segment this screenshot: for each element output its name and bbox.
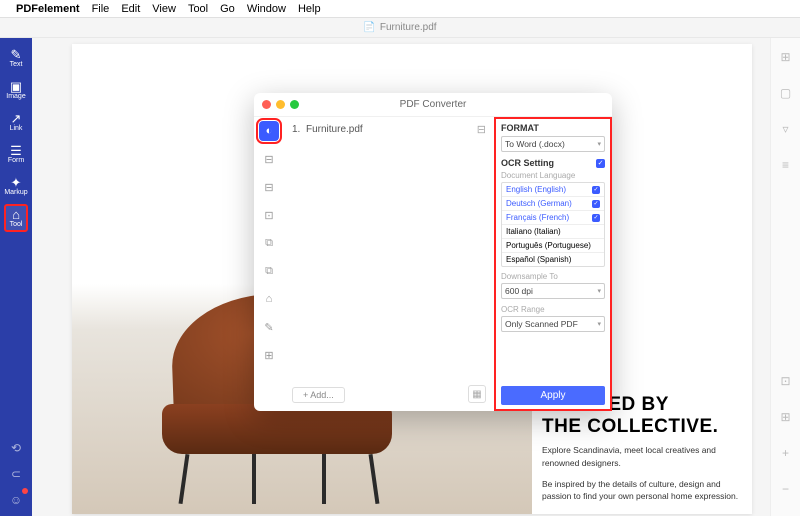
- doclang-label: Document Language: [501, 171, 605, 180]
- ocr-label: OCR Setting: [501, 158, 554, 168]
- nav-edit-icon[interactable]: ✎: [259, 317, 279, 337]
- converter-nav: ◐ ⊟ ⊟ ⊡ ⧉ ⧉ ⌂ ✎ ⊞: [254, 117, 284, 411]
- chevron-down-icon: ▾: [597, 140, 601, 148]
- format-select[interactable]: To Word (.docx) ▾: [501, 136, 605, 152]
- zoom-fit-icon[interactable]: ⊡: [777, 372, 795, 390]
- grid-view-icon[interactable]: ▦: [468, 385, 486, 403]
- nav-lock-icon[interactable]: ⌂: [259, 289, 279, 309]
- pdf-doc-icon: 📄: [363, 22, 375, 33]
- file-name: Furniture.pdf: [306, 124, 363, 135]
- macos-menubar: PDFelement File Edit View Tool Go Window…: [0, 0, 800, 18]
- menu-tool[interactable]: Tool: [188, 3, 208, 15]
- left-sidebar: ✎Text ▣Image ↗Link ☰Form ✦Markup ⌂Tool ⟲…: [0, 38, 32, 516]
- menu-go[interactable]: Go: [220, 3, 235, 15]
- check-icon: ✓: [592, 200, 600, 208]
- zoom-out-icon[interactable]: −: [777, 480, 795, 498]
- nav-sync-icon[interactable]: ⊂: [6, 464, 26, 484]
- menu-file[interactable]: File: [92, 3, 110, 15]
- file-remove-icon[interactable]: ⊟: [477, 123, 486, 136]
- add-file-button[interactable]: + Add...: [292, 387, 345, 403]
- tool-markup[interactable]: ✦Markup: [4, 172, 28, 200]
- tool-image[interactable]: ▣Image: [4, 76, 28, 104]
- page-panel-icon[interactable]: ▢: [777, 84, 795, 102]
- ocr-range-label: OCR Range: [501, 305, 605, 314]
- nav-back-icon[interactable]: ⟲: [6, 438, 26, 458]
- tool-tool[interactable]: ⌂Tool: [4, 204, 28, 232]
- workspace: ✎Text ▣Image ↗Link ☰Form ✦Markup ⌂Tool ⟲…: [0, 38, 800, 516]
- nav-sheet-icon[interactable]: ⊡: [259, 205, 279, 225]
- ocr-toggle[interactable]: ✓: [596, 159, 605, 168]
- converter-settings-panel: FORMAT To Word (.docx) ▾ OCR Setting ✓ D…: [494, 117, 612, 411]
- page-bodytext: Explore Scandinavia, meet local creative…: [542, 444, 742, 511]
- right-sidebar: ⊞ ▢ ▿ ≡ ⊡ ⊞ + −: [770, 38, 800, 516]
- language-list: English (English)✓ Deutsch (German)✓ Fra…: [501, 182, 605, 267]
- text-icon: ✎: [11, 48, 22, 61]
- markup-icon: ✦: [11, 176, 22, 189]
- link-icon: ↗: [11, 112, 22, 125]
- list-panel-icon[interactable]: ≡: [777, 156, 795, 174]
- menu-view[interactable]: View: [152, 3, 176, 15]
- lang-german[interactable]: Deutsch (German)✓: [502, 197, 604, 211]
- check-icon: ✓: [592, 186, 600, 194]
- nav-doc-icon[interactable]: ⊟: [259, 149, 279, 169]
- zoom-in-icon[interactable]: +: [777, 444, 795, 462]
- menu-window[interactable]: Window: [247, 3, 286, 15]
- tool-form[interactable]: ☰Form: [4, 140, 28, 168]
- nav-attach-icon[interactable]: ⧉: [259, 261, 279, 281]
- lang-spanish[interactable]: Español (Spanish): [502, 253, 604, 266]
- ocr-range-select[interactable]: Only Scanned PDF ▾: [501, 316, 605, 332]
- modal-title: PDF Converter: [254, 99, 612, 110]
- menu-edit[interactable]: Edit: [121, 3, 140, 15]
- file-row[interactable]: 1. Furniture.pdf ⊟: [292, 123, 486, 136]
- panel-toggle-icon[interactable]: ⊞: [777, 48, 795, 66]
- tool-link[interactable]: ↗Link: [4, 108, 28, 136]
- nav-copy-icon[interactable]: ⧉: [259, 233, 279, 253]
- check-icon: ✓: [592, 214, 600, 222]
- bookmark-panel-icon[interactable]: ▿: [777, 120, 795, 138]
- downsample-select[interactable]: 600 dpi ▾: [501, 283, 605, 299]
- downsample-label: Downsample To: [501, 272, 605, 281]
- tool-text[interactable]: ✎Text: [4, 44, 28, 72]
- zoom-width-icon[interactable]: ⊞: [777, 408, 795, 426]
- chevron-down-icon: ▾: [597, 320, 601, 328]
- lang-portuguese[interactable]: Português (Portuguese): [502, 239, 604, 253]
- toolbox-icon: ⌂: [12, 208, 20, 221]
- menu-help[interactable]: Help: [298, 3, 321, 15]
- chevron-down-icon: ▾: [597, 287, 601, 295]
- canvas-area: INSPIRED BY THE COLLECTIVE. Explore Scan…: [32, 38, 770, 516]
- apply-button[interactable]: Apply: [501, 386, 605, 405]
- file-number: 1.: [292, 124, 306, 135]
- nav-page-icon[interactable]: ⊟: [259, 177, 279, 197]
- document-title: Furniture.pdf: [380, 22, 437, 33]
- user-icon[interactable]: ☺: [6, 490, 26, 510]
- file-list: 1. Furniture.pdf ⊟ + Add... ▦: [284, 117, 494, 411]
- image-icon: ▣: [10, 80, 22, 93]
- lang-italian[interactable]: Italiano (Italian): [502, 225, 604, 239]
- app-name[interactable]: PDFelement: [16, 3, 80, 15]
- pdf-converter-modal: PDF Converter ◐ ⊟ ⊟ ⊡ ⧉ ⧉ ⌂ ✎ ⊞ 1.: [254, 93, 612, 411]
- convert-mode-icon[interactable]: ◐: [259, 121, 279, 141]
- format-label: FORMAT: [501, 123, 605, 133]
- form-icon: ☰: [10, 144, 22, 157]
- lang-french[interactable]: Français (French)✓: [502, 211, 604, 225]
- modal-header: PDF Converter: [254, 93, 612, 117]
- window-titlebar: 📄 Furniture.pdf: [0, 18, 800, 38]
- notification-badge: [22, 488, 28, 494]
- lang-english[interactable]: English (English)✓: [502, 183, 604, 197]
- nav-more-icon[interactable]: ⊞: [259, 345, 279, 365]
